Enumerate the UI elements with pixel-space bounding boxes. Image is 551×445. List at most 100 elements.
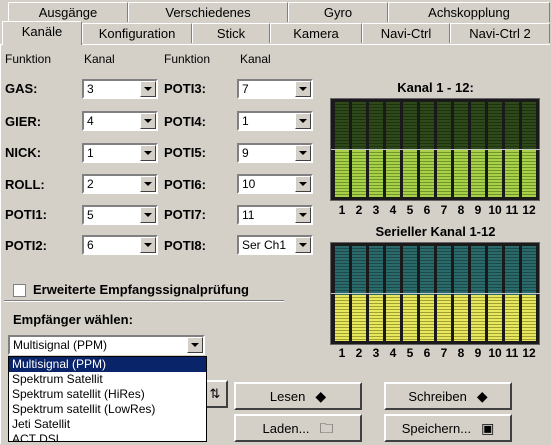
select-poti3-value: 7 [242, 82, 249, 96]
channel-number: 2 [355, 346, 363, 360]
channel-number: 7 [440, 203, 448, 217]
chevron-down-icon[interactable] [140, 81, 156, 97]
speichern-button[interactable]: Speichern... ▣ [384, 414, 512, 442]
channel-number: 10 [488, 203, 502, 217]
receiver-option-spektrum-hires[interactable]: Spektrum satellit (HiRes) [9, 387, 206, 402]
center-line [331, 149, 541, 150]
channel-bar-fill [488, 149, 502, 197]
channel-number: 2 [355, 203, 363, 217]
save-icon: ▣ [481, 420, 495, 436]
label-poti8: POTI8: [164, 238, 206, 253]
chevron-down-icon[interactable] [295, 145, 311, 161]
channel-bar-fill [335, 295, 349, 341]
chevron-down-icon[interactable] [295, 113, 311, 129]
chevron-down-icon[interactable] [187, 337, 203, 353]
tab-verschiedenes[interactable]: Verschiedenes [128, 2, 288, 22]
tab-navi-ctrl-2[interactable]: Navi-Ctrl 2 [450, 23, 550, 43]
chevron-down-icon[interactable] [295, 237, 311, 253]
chevron-down-icon[interactable] [140, 176, 156, 192]
chevron-down-icon[interactable] [140, 113, 156, 129]
folder-icon: 🗀 [319, 420, 334, 436]
select-gas-value: 3 [87, 82, 94, 96]
select-poti7-value: 11 [242, 208, 255, 222]
receiver-option-act-dsl[interactable]: ACT DSL [9, 432, 206, 441]
channel-graph-panel: Kanal 1 - 12: 1 2 3 4 5 6 7 8 9 10 11 12 Serieller … [330, 78, 541, 360]
tab-ausgaenge[interactable]: Ausgänge [8, 2, 128, 22]
select-poti3[interactable]: 7 [237, 79, 313, 99]
channel-number: 12 [522, 203, 536, 217]
chevron-down-icon[interactable] [140, 237, 156, 253]
label-poti3: POTI3: [164, 81, 206, 96]
center-line [331, 293, 541, 294]
header-funktion-2: Funktion [164, 52, 211, 66]
select-poti5-value: 9 [242, 146, 249, 160]
select-poti6[interactable]: 10 [237, 174, 313, 194]
channel-number: 10 [488, 346, 502, 360]
tab-navi-ctrl[interactable]: Navi-Ctrl [362, 23, 450, 43]
channel-bar-fill [454, 149, 468, 197]
select-poti8[interactable]: Ser Ch1 [237, 235, 313, 255]
receiver-option-ppm[interactable]: Multisignal (PPM) [9, 357, 206, 372]
select-poti1[interactable]: 5 [82, 205, 158, 225]
label-poti6: POTI6: [164, 177, 206, 192]
chevron-down-icon[interactable] [140, 207, 156, 223]
channel-number: 3 [372, 346, 380, 360]
channel-bar-fill [420, 295, 434, 341]
signal-check-checkbox[interactable] [13, 284, 26, 297]
lesen-label: Lesen [269, 389, 306, 404]
channel-number: 11 [505, 346, 519, 360]
label-nick: NICK: [5, 145, 42, 160]
select-roll[interactable]: 2 [82, 174, 158, 194]
channel-bar-fill [488, 295, 502, 341]
label-poti2: POTI2: [5, 238, 47, 253]
laden-button[interactable]: Laden... 🗀 [234, 414, 362, 442]
channel-bar-fill [386, 295, 400, 341]
tab-gyro[interactable]: Gyro [288, 2, 388, 22]
speichern-label: Speichern... [401, 421, 472, 436]
chevron-down-icon[interactable] [295, 176, 311, 192]
chevron-down-icon[interactable] [140, 145, 156, 161]
channel-bar-fill [471, 149, 485, 197]
tab-kanaele[interactable]: Kanäle [2, 21, 82, 45]
channel-bar-fill [471, 295, 485, 341]
tab-konfiguration[interactable]: Konfiguration [82, 23, 192, 43]
channel-bar-fill [420, 149, 434, 197]
select-poti5[interactable]: 9 [237, 143, 313, 163]
select-poti2-value: 6 [87, 238, 94, 252]
channel-number: 9 [474, 346, 482, 360]
lesen-button[interactable]: Lesen ◆ [234, 382, 362, 410]
select-gas[interactable]: 3 [82, 79, 158, 99]
tab-stick[interactable]: Stick [192, 23, 270, 43]
channel-number: 11 [505, 203, 519, 217]
label-poti1: POTI1: [5, 207, 47, 222]
select-gier[interactable]: 4 [82, 111, 158, 131]
channel-bar-fill [505, 295, 519, 341]
receiver-select[interactable]: Multisignal (PPM) [8, 335, 205, 355]
select-poti2[interactable]: 6 [82, 235, 158, 255]
schreiben-button[interactable]: Schreiben ◆ [384, 382, 512, 410]
tab-row-1: Ausgänge Verschiedenes Gyro Achskopplung [0, 2, 551, 24]
tab-kamera[interactable]: Kamera [270, 23, 362, 43]
channel-bar-fill [522, 295, 536, 341]
receiver-option-jeti[interactable]: Jeti Satellit [9, 417, 206, 432]
channel-number: 8 [457, 203, 465, 217]
select-poti8-value: Ser Ch1 [242, 238, 287, 252]
separator [4, 300, 284, 302]
channel-bar-fill [454, 295, 468, 341]
chevron-down-icon[interactable] [295, 81, 311, 97]
channel-bar-fill [505, 149, 519, 197]
channel-number: 12 [522, 346, 536, 360]
chevron-down-icon[interactable] [295, 207, 311, 223]
label-poti7: POTI7: [164, 207, 206, 222]
header-kanal-1: Kanal [84, 52, 115, 66]
label-gas: GAS: [5, 81, 38, 96]
select-poti7[interactable]: 11 [237, 205, 313, 225]
select-poti4[interactable]: 1 [237, 111, 313, 131]
channel-bar-fill [403, 295, 417, 341]
receiver-option-spektrum-lowres[interactable]: Spektrum satellit (LowRes) [9, 402, 206, 417]
select-poti6-value: 10 [242, 177, 256, 191]
tab-achskopplung[interactable]: Achskopplung [388, 2, 550, 22]
receiver-option-spektrum[interactable]: Spektrum Satellit [9, 372, 206, 387]
channel-number: 7 [440, 346, 448, 360]
select-nick[interactable]: 1 [82, 143, 158, 163]
